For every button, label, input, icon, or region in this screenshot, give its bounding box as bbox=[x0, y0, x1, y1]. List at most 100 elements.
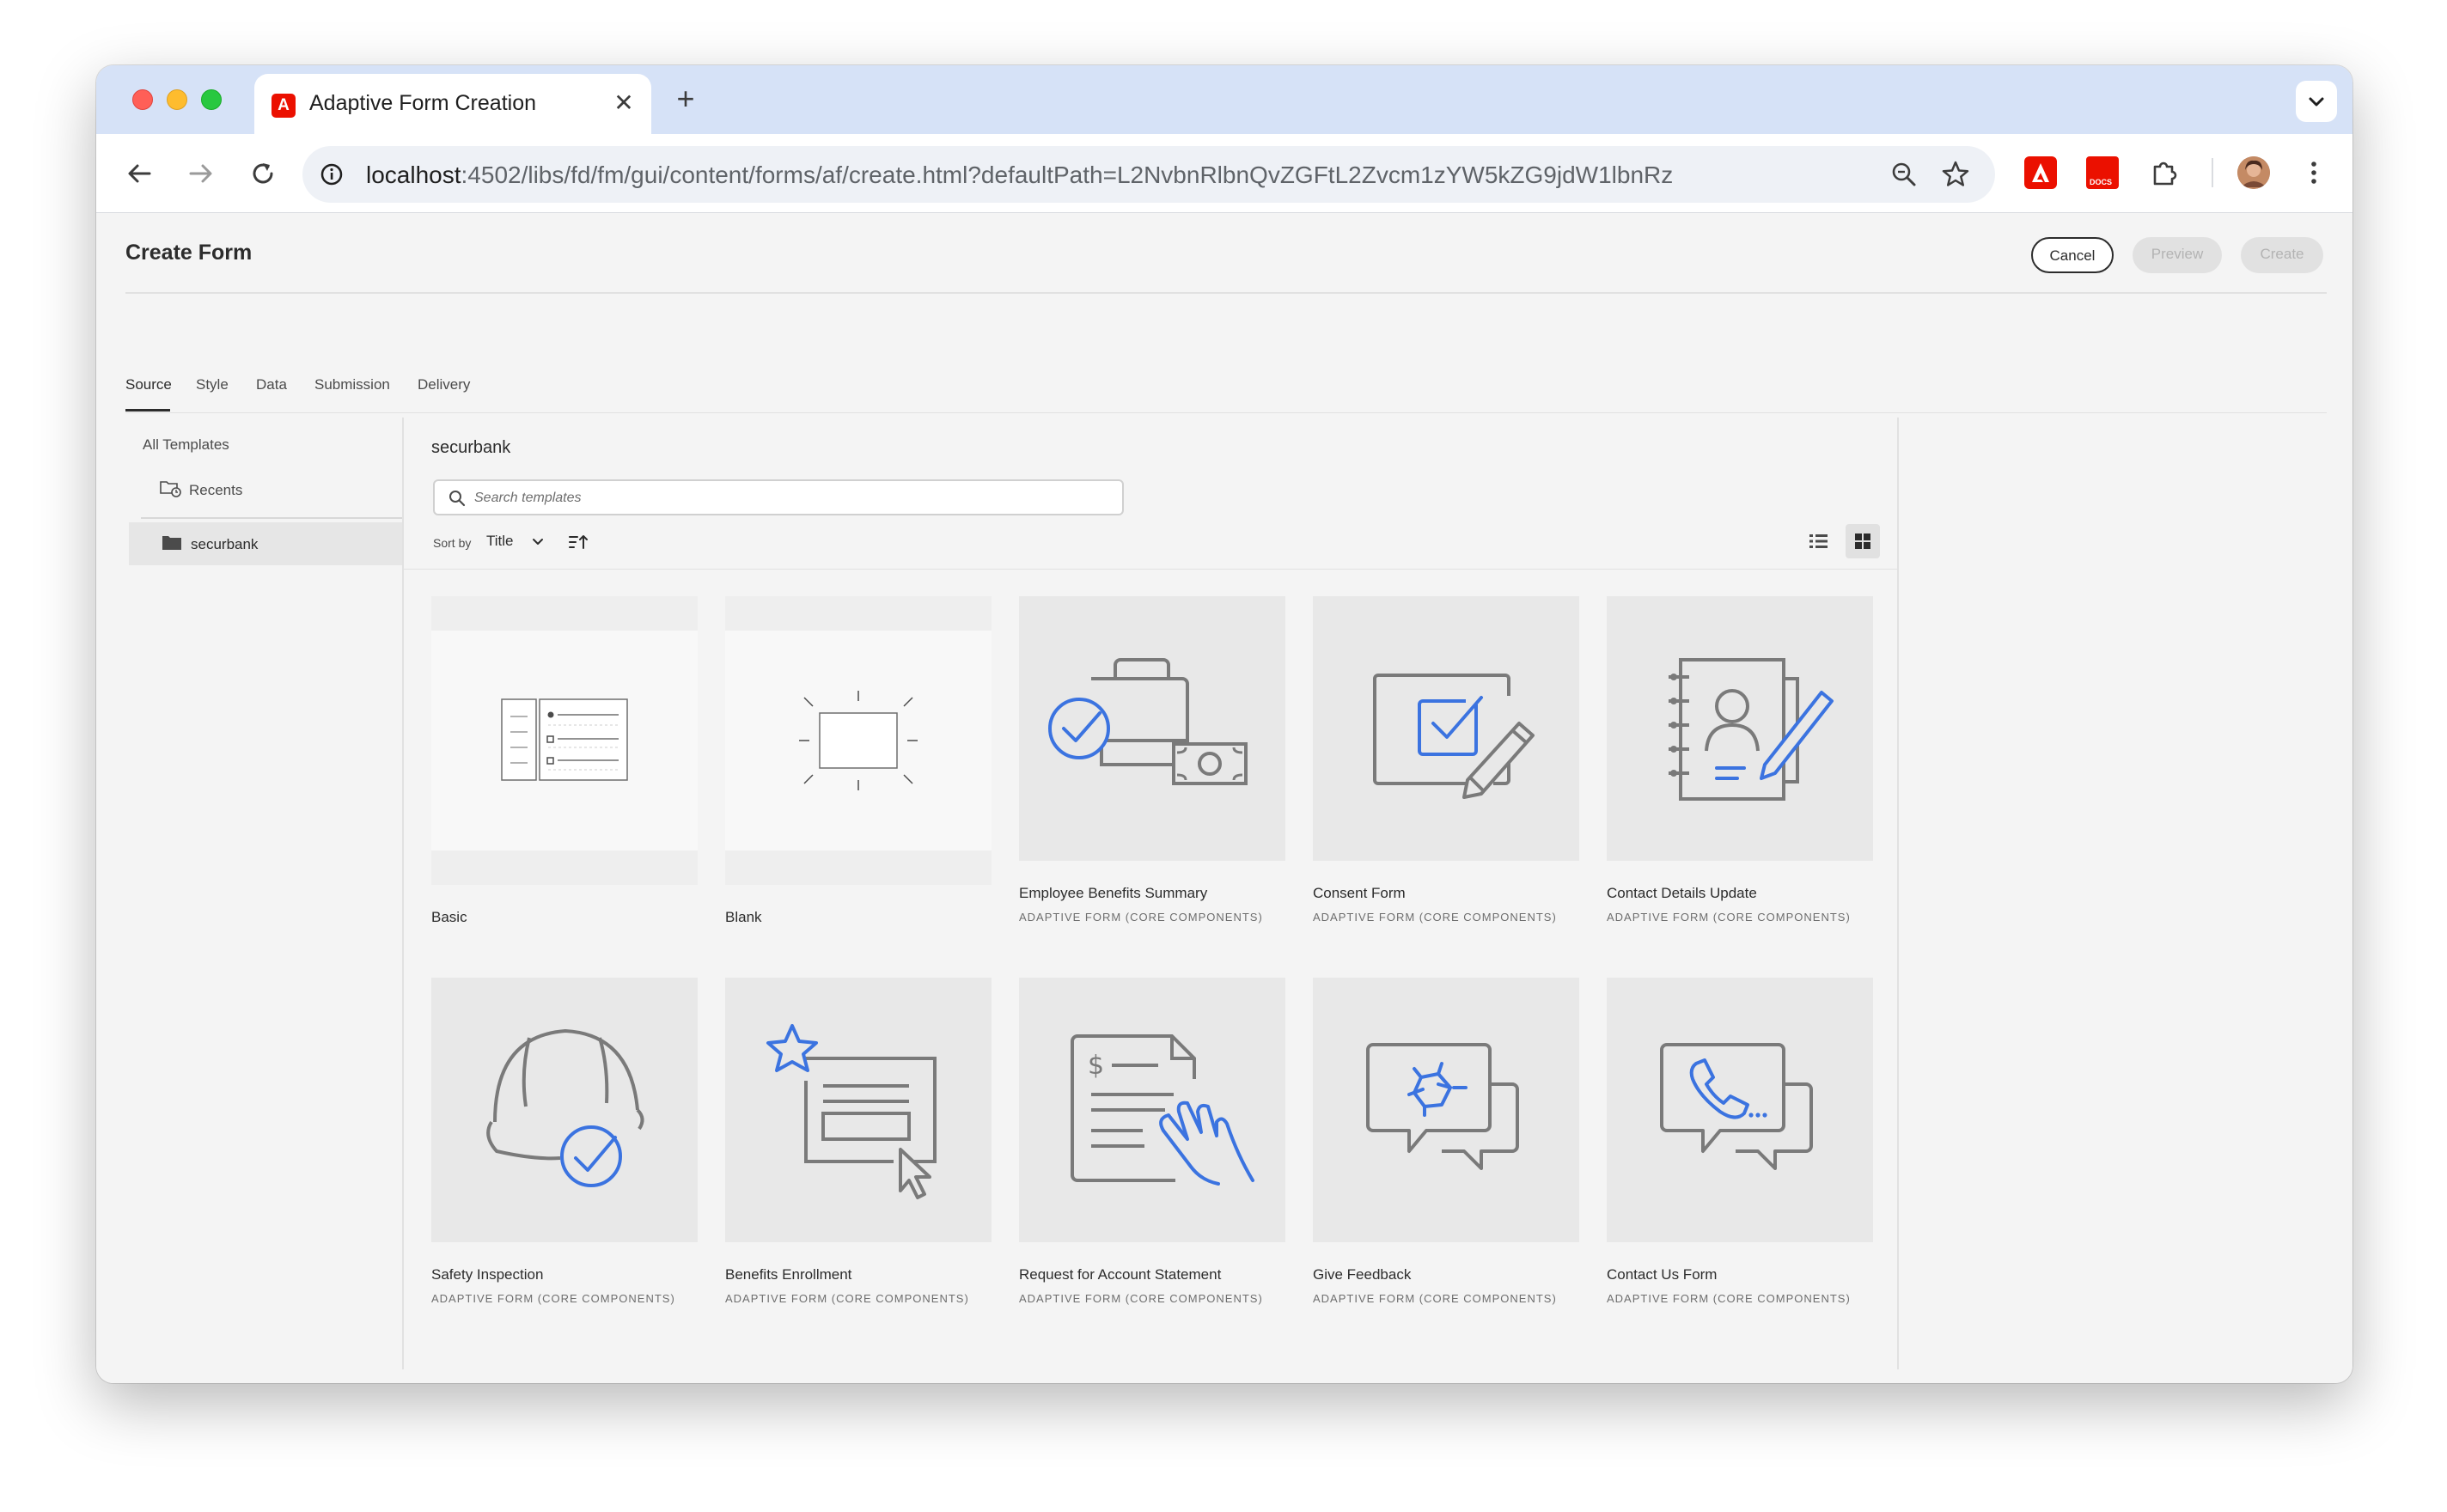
recent-folder-icon bbox=[160, 481, 181, 497]
folder-title: securbank bbox=[431, 438, 511, 457]
template-thumbnail bbox=[1313, 978, 1579, 1242]
url-host: localhost bbox=[366, 162, 461, 188]
list-view-button[interactable] bbox=[1801, 524, 1835, 558]
address-book-pen-icon bbox=[1669, 658, 1834, 801]
profile-avatar[interactable] bbox=[2237, 156, 2270, 189]
search-input[interactable] bbox=[474, 486, 1110, 510]
blank-form-icon bbox=[799, 691, 918, 790]
cancel-button[interactable]: Cancel bbox=[2031, 237, 2114, 273]
bookmark-star-icon[interactable] bbox=[1940, 159, 1971, 190]
url-path: :4502/libs/fd/fm/gui/content/forms/af/cr… bbox=[461, 162, 1674, 188]
address-bar[interactable]: localhost:4502/libs/fd/fm/gui/content/fo… bbox=[302, 146, 1995, 203]
template-title: Blank bbox=[725, 909, 762, 925]
zoom-icon[interactable] bbox=[1889, 159, 1919, 190]
template-title: Request for Account Statement bbox=[1019, 1266, 1222, 1283]
sort-order-icon[interactable] bbox=[567, 531, 589, 553]
tabs-divider bbox=[125, 412, 2327, 413]
template-type: ADAPTIVE FORM (CORE COMPONENTS) bbox=[1313, 1292, 1557, 1305]
toolbar-separator bbox=[2212, 158, 2213, 187]
sort-by-select[interactable]: Title bbox=[486, 533, 514, 550]
sidebar-item-label: Recents bbox=[189, 482, 243, 498]
sort-by-label: Sort by bbox=[433, 536, 472, 550]
template-thumbnail bbox=[1313, 596, 1579, 861]
template-thumbnail bbox=[725, 978, 992, 1242]
tab-strip: A Adaptive Form Creation ✕ + bbox=[96, 65, 2352, 134]
header-divider bbox=[125, 292, 2327, 294]
svg-text:$: $ bbox=[1088, 1051, 1104, 1081]
maximize-window-button[interactable] bbox=[201, 89, 222, 110]
site-info-icon[interactable] bbox=[318, 161, 345, 188]
sidebar-item-recents[interactable]: Recents bbox=[160, 479, 242, 499]
template-title: Basic bbox=[431, 909, 467, 925]
adobe-favicon-icon: A bbox=[272, 94, 296, 118]
page-title: Create Form bbox=[125, 241, 253, 265]
template-thumbnail: $ bbox=[1019, 978, 1285, 1242]
tab-title: Adaptive Form Creation bbox=[309, 91, 537, 115]
sidebar-item-securbank[interactable]: securbank bbox=[129, 522, 402, 565]
tab-style[interactable]: Style bbox=[196, 376, 229, 393]
feedback-chat-icon bbox=[1366, 1043, 1519, 1170]
template-type: ADAPTIVE FORM (CORE COMPONENTS) bbox=[725, 1292, 969, 1305]
tab-source[interactable]: Source bbox=[125, 376, 172, 393]
grid-view-button[interactable] bbox=[1846, 524, 1880, 558]
arrow-left-icon bbox=[128, 164, 151, 183]
chevron-down-icon bbox=[2309, 97, 2324, 107]
hard-hat-check-icon bbox=[486, 1028, 644, 1187]
sidebar-divider-vertical bbox=[402, 418, 404, 1369]
template-thumbnail bbox=[1607, 596, 1873, 861]
docs-extension-icon[interactable]: DOCS bbox=[2086, 156, 2119, 189]
tab-search-button[interactable] bbox=[2296, 81, 2337, 122]
template-thumbnail bbox=[1607, 978, 1873, 1242]
template-type: ADAPTIVE FORM (CORE COMPONENTS) bbox=[1019, 911, 1263, 924]
browser-tab-active[interactable]: A Adaptive Form Creation ✕ bbox=[254, 74, 651, 134]
adobe-extension-icon[interactable] bbox=[2024, 156, 2057, 189]
browser-window: A Adaptive Form Creation ✕ + localhost:4… bbox=[96, 65, 2352, 1383]
grid-view-icon bbox=[1855, 533, 1870, 549]
search-field[interactable] bbox=[433, 479, 1124, 515]
extensions-puzzle-icon[interactable] bbox=[2148, 156, 2181, 189]
search-icon bbox=[449, 491, 466, 507]
sidebar-item-label: securbank bbox=[191, 536, 259, 552]
close-window-button[interactable] bbox=[132, 89, 153, 110]
chevron-down-icon[interactable] bbox=[528, 531, 548, 552]
list-view-icon bbox=[1809, 534, 1828, 548]
template-title: Contact Us Form bbox=[1607, 1266, 1718, 1283]
back-button[interactable] bbox=[119, 153, 160, 194]
reload-button[interactable] bbox=[242, 153, 284, 194]
main-divider-vertical bbox=[1897, 418, 1899, 1369]
toolbar-divider bbox=[404, 569, 1899, 570]
template-type: ADAPTIVE FORM (CORE COMPONENTS) bbox=[431, 1292, 675, 1305]
tab-data[interactable]: Data bbox=[256, 376, 287, 393]
browser-toolbar: localhost:4502/libs/fd/fm/gui/content/fo… bbox=[96, 134, 2352, 213]
close-tab-icon[interactable]: ✕ bbox=[610, 89, 638, 117]
sidebar-divider bbox=[141, 517, 402, 519]
statement-hand-icon: $ bbox=[1071, 1034, 1254, 1186]
template-title: Consent Form bbox=[1313, 885, 1406, 901]
briefcase-check-icon bbox=[1048, 658, 1248, 785]
template-type: ADAPTIVE FORM (CORE COMPONENTS) bbox=[1313, 911, 1557, 924]
create-button[interactable]: Create bbox=[2241, 237, 2323, 273]
preview-button[interactable]: Preview bbox=[2133, 237, 2222, 273]
template-thumbnail bbox=[1019, 596, 1285, 861]
docs-label: DOCS bbox=[2090, 178, 2113, 186]
tab-delivery[interactable]: Delivery bbox=[418, 376, 470, 393]
folder-icon bbox=[162, 536, 181, 550]
template-title: Contact Details Update bbox=[1607, 885, 1757, 901]
forward-button[interactable] bbox=[180, 153, 222, 194]
checkbox-pen-icon bbox=[1373, 674, 1535, 799]
template-title: Safety Inspection bbox=[431, 1266, 544, 1283]
phone-chat-icon bbox=[1660, 1043, 1813, 1170]
template-thumbnail bbox=[725, 596, 992, 885]
tab-submission[interactable]: Submission bbox=[314, 376, 390, 393]
template-title: Employee Benefits Summary bbox=[1019, 885, 1208, 901]
new-tab-button[interactable]: + bbox=[670, 83, 701, 115]
reload-icon bbox=[253, 163, 273, 184]
url-text[interactable]: localhost:4502/libs/fd/fm/gui/content/fo… bbox=[366, 162, 1673, 189]
selected-tab-indicator bbox=[125, 409, 170, 412]
page-content: Create Form Cancel Preview Create Source… bbox=[96, 213, 2352, 1383]
template-title: Give Feedback bbox=[1313, 1266, 1412, 1283]
sidebar-all-templates[interactable]: All Templates bbox=[143, 436, 229, 454]
template-type: ADAPTIVE FORM (CORE COMPONENTS) bbox=[1607, 911, 1851, 924]
minimize-window-button[interactable] bbox=[167, 89, 187, 110]
browser-menu-icon[interactable] bbox=[2297, 156, 2330, 189]
